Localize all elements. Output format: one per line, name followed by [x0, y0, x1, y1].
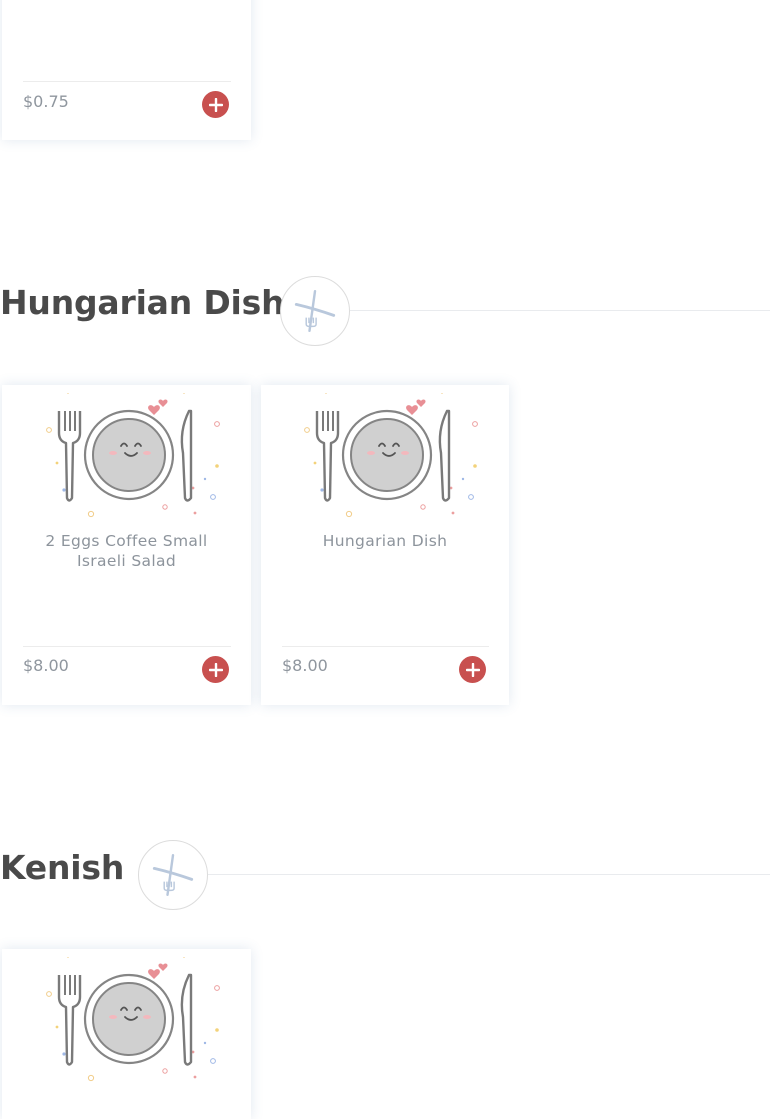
item-name[interactable]: 2 Eggs Coffee Small Israeli Salad [28, 531, 225, 571]
card-divider [23, 646, 231, 647]
fork-knife-icon [151, 853, 195, 897]
menu-item-card[interactable]: $0.75 [2, 0, 251, 140]
section-icon [138, 840, 208, 910]
section-title: Kenish [0, 848, 125, 887]
fork-knife-icon [293, 289, 337, 333]
plate-placeholder-icon [285, 393, 485, 518]
item-image [2, 385, 251, 520]
add-to-cart-button[interactable] [202, 656, 229, 683]
plate-placeholder-icon [27, 393, 227, 518]
plus-icon [465, 662, 480, 677]
plate-placeholder-icon [27, 957, 227, 1082]
item-price: $0.75 [23, 92, 69, 111]
menu-item-card[interactable] [2, 949, 251, 1119]
item-price: $8.00 [282, 656, 328, 675]
card-divider [282, 646, 489, 647]
card-divider [23, 81, 231, 82]
menu-item-card[interactable]: 2 Eggs Coffee Small Israeli Salad $8.00 [2, 385, 251, 705]
plus-icon [208, 97, 223, 112]
plus-icon [208, 662, 223, 677]
item-price: $8.00 [23, 656, 69, 675]
item-image [2, 949, 251, 1084]
section-divider [208, 874, 770, 875]
add-to-cart-button[interactable] [202, 91, 229, 118]
add-to-cart-button[interactable] [459, 656, 486, 683]
section-divider [350, 310, 770, 311]
item-image [261, 385, 509, 520]
item-name[interactable]: Hungarian Dish [287, 531, 483, 551]
section-icon [280, 276, 350, 346]
menu-item-card[interactable]: Hungarian Dish $8.00 [261, 385, 509, 705]
section-title: Hungarian Dish [0, 283, 285, 322]
